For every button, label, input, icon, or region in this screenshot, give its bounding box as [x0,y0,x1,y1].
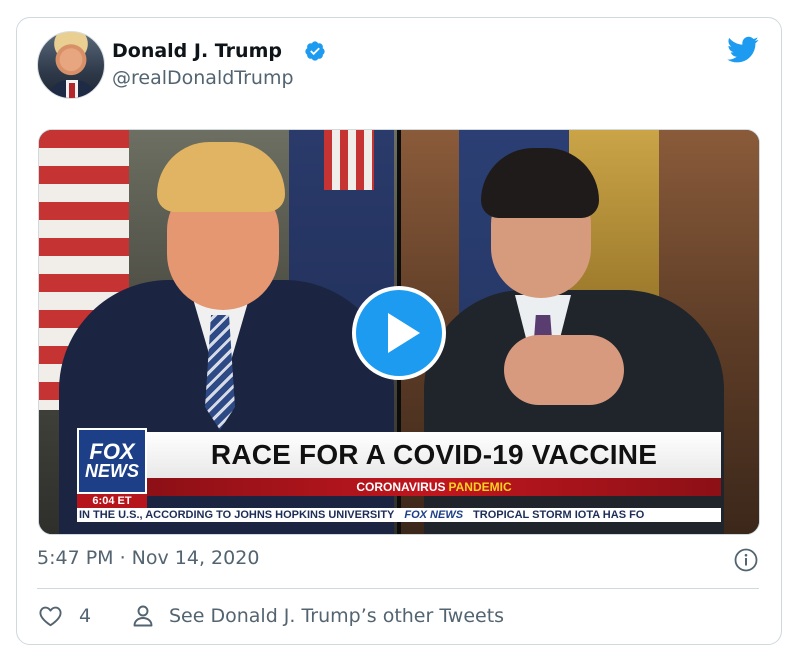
flag-center-stripes [324,130,374,190]
network-logo-line1: FOX [89,439,135,464]
play-button[interactable] [352,286,446,380]
tweet-timestamp[interactable]: 5:47 PM · Nov 14, 2020 [37,547,259,569]
twitter-bird-icon[interactable] [727,36,759,64]
avatar[interactable] [37,31,105,99]
news-lower-third: FOX NEWS 6:04 ET RACE FOR A COVID-19 VAC… [77,428,721,522]
ticker-brand: FOX NEWS [404,509,464,521]
headline-text: RACE FOR A COVID-19 VACCINE [210,439,658,470]
news-ticker: IN THE U.S., ACCORDING TO JOHNS HOPKINS … [77,508,721,522]
network-logo: FOX NEWS [77,428,147,494]
subhead-prefix: CORONAVIRUS [356,480,446,494]
network-logo-line2: NEWS [85,460,139,481]
ticker-right-text: TROPICAL STORM IOTA HAS FO [473,509,645,521]
subhead-bar: CORONAVIRUS PANDEMIC [147,478,721,496]
info-icon[interactable] [734,548,758,572]
user-icon[interactable] [132,604,154,628]
subhead-highlight: PANDEMIC [448,480,512,494]
person-right-hands [504,335,624,405]
video-player[interactable]: FOX NEWS 6:04 ET RACE FOR A COVID-19 VAC… [38,129,760,535]
author-handle[interactable]: @realDonaldTrump [112,67,294,89]
broadcast-time: 6:04 ET [77,494,147,508]
play-icon [387,313,420,353]
verified-badge-icon [305,41,325,61]
avatar-tie [69,83,75,98]
author-name[interactable]: Donald J. Trump [112,40,282,62]
like-count[interactable]: 4 [79,605,91,627]
divider [37,588,759,589]
see-other-tweets-link[interactable]: See Donald J. Trump’s other Tweets [169,605,504,627]
heart-icon[interactable] [38,604,63,628]
ticker-left-text: IN THE U.S., ACCORDING TO JOHNS HOPKINS … [79,509,395,521]
headline-bar: RACE FOR A COVID-19 VACCINE [147,432,721,478]
